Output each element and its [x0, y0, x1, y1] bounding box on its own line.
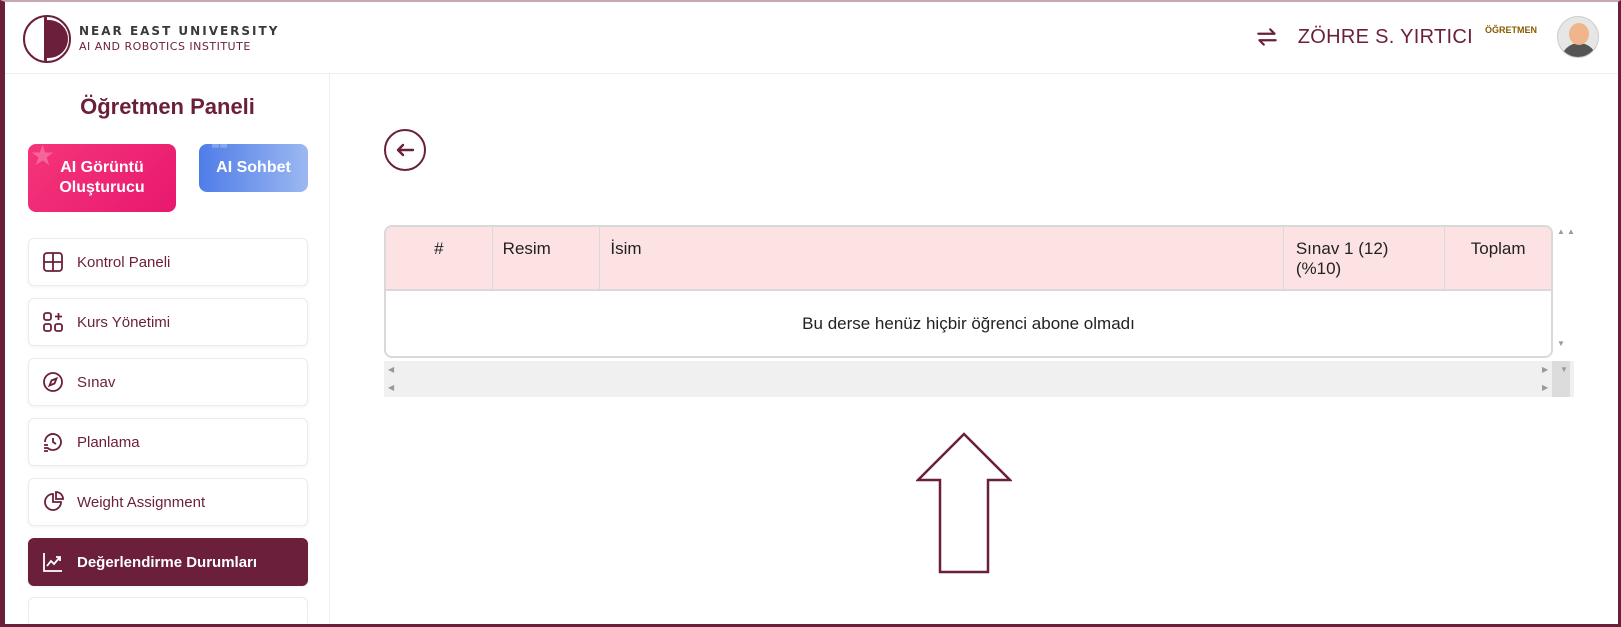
- apps-add-icon: [43, 312, 63, 332]
- trend-chart-icon: [43, 553, 62, 572]
- user-area: ZÖHRE S. YIRTICI ÖĞRETMEN: [1254, 16, 1599, 58]
- arrow-up-annotation-icon: [916, 432, 1012, 574]
- column-header-total[interactable]: Toplam: [1445, 227, 1551, 291]
- sidebar-item-partial[interactable]: [28, 597, 308, 627]
- scroll-right-icon[interactable]: ▶: [1542, 365, 1548, 374]
- sidebar: Öğretmen Paneli ★ AI Görüntü Oluşturucu …: [5, 74, 330, 627]
- logo-title: NEAR EAST UNIVERSITY: [79, 24, 280, 38]
- sidebar-item-label: Sınav: [77, 373, 116, 391]
- column-header-image[interactable]: Resim: [493, 227, 601, 291]
- ai-chat-label: AI Sohbet: [216, 159, 291, 176]
- sidebar-item-kurs-yonetimi[interactable]: Kurs Yönetimi: [28, 298, 308, 346]
- grid-icon: [43, 252, 63, 272]
- grades-table: # Resim İsim Sınav 1 (12) (%10) Toplam B…: [384, 225, 1553, 358]
- top-header: NEAR EAST UNIVERSITY AI AND ROBOTICS INS…: [0, 0, 1621, 74]
- scroll-left-icon[interactable]: ◀: [388, 365, 394, 374]
- scroll-up-icon[interactable]: ▲: [1567, 227, 1575, 236]
- logo-subtitle: AI AND ROBOTICS INSTITUTE: [79, 40, 251, 53]
- sidebar-item-label: Kurs Yönetimi: [77, 313, 171, 331]
- back-button[interactable]: [384, 129, 426, 171]
- user-name[interactable]: ZÖHRE S. YIRTICI: [1298, 26, 1473, 49]
- ai-image-generator-label: AI Görüntü Oluşturucu: [59, 159, 145, 196]
- column-header-exam-1[interactable]: Sınav 1 (12) (%10): [1284, 227, 1446, 291]
- scrollbar-corner: [1552, 379, 1570, 397]
- logo-emblem-icon: [23, 15, 71, 63]
- sidebar-item-kontrol-paneli[interactable]: Kontrol Paneli: [28, 238, 308, 286]
- sidebar-item-planlama[interactable]: Planlama: [28, 418, 308, 466]
- sidebar-item-label: Weight Assignment: [77, 493, 206, 511]
- scroll-right-icon[interactable]: ▶: [1542, 383, 1548, 392]
- sidebar-item-label: Değerlendirme Durumları: [77, 553, 258, 571]
- sidebar-item-sinav[interactable]: Sınav: [28, 358, 308, 406]
- ai-chat-button[interactable]: ❝ AI Sohbet: [199, 144, 308, 192]
- grades-table-container: # Resim İsim Sınav 1 (12) (%10) Toplam B…: [384, 225, 1575, 397]
- scroll-down-icon[interactable]: ▼: [1560, 365, 1568, 374]
- ai-image-generator-button[interactable]: ★ AI Görüntü Oluşturucu: [28, 144, 176, 212]
- switch-icon[interactable]: [1254, 24, 1280, 50]
- sidebar-item-label: Planlama: [77, 433, 140, 451]
- sidebar-title: Öğretmen Paneli: [80, 94, 255, 119]
- sidebar-item-label: Kontrol Paneli: [77, 253, 171, 271]
- university-logo[interactable]: NEAR EAST UNIVERSITY AI AND ROBOTICS INS…: [23, 15, 279, 63]
- horizontal-scrollbar[interactable]: ◀ ◀ ▶ ▼ ▶: [384, 361, 1574, 397]
- column-header-number[interactable]: #: [386, 227, 493, 291]
- avatar[interactable]: [1557, 16, 1599, 58]
- vertical-scrollbar[interactable]: ▲ ▲ ▼: [1555, 225, 1575, 360]
- sidebar-item-weight-assignment[interactable]: Weight Assignment: [28, 478, 308, 526]
- table-header-row: # Resim İsim Sınav 1 (12) (%10) Toplam: [386, 227, 1551, 291]
- empty-table-message: Bu derse henüz hiçbir öğrenci abone olma…: [802, 313, 1135, 333]
- scroll-down-icon[interactable]: ▼: [1557, 339, 1565, 348]
- scroll-up-icon[interactable]: ▲: [1557, 227, 1565, 236]
- sidebar-item-degerlendirme-durumlari[interactable]: Değerlendirme Durumları: [28, 538, 308, 586]
- column-header-name[interactable]: İsim: [600, 227, 1284, 291]
- scroll-left-icon[interactable]: ◀: [388, 383, 394, 392]
- arrow-left-icon: [396, 143, 415, 157]
- pie-chart-icon: [44, 491, 64, 511]
- history-icon: [44, 433, 62, 452]
- user-role-badge: ÖĞRETMEN: [1484, 25, 1537, 35]
- compass-icon: [43, 372, 63, 392]
